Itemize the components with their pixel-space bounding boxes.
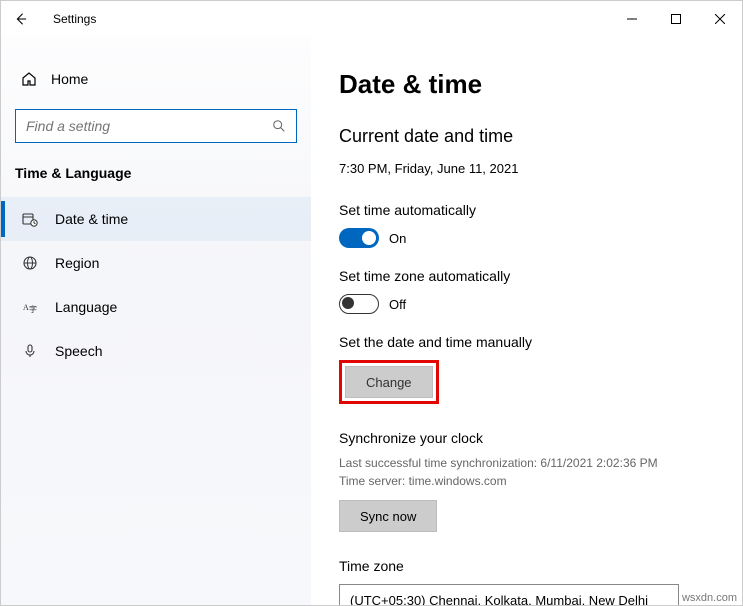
globe-icon <box>21 255 39 271</box>
sync-now-button[interactable]: Sync now <box>339 500 437 532</box>
search-icon <box>272 119 286 133</box>
microphone-icon <box>21 343 39 359</box>
window-controls <box>610 4 742 34</box>
timezone-dropdown[interactable]: (UTC+05:30) Chennai, Kolkata, Mumbai, Ne… <box>339 584 679 605</box>
minimize-button[interactable] <box>610 4 654 34</box>
sidebar-item-label: Language <box>55 299 117 315</box>
timezone-value: (UTC+05:30) Chennai, Kolkata, Mumbai, Ne… <box>350 593 648 606</box>
back-button[interactable] <box>13 12 37 26</box>
change-button[interactable]: Change <box>345 366 433 398</box>
sidebar-category: Time & Language <box>1 161 311 197</box>
window-title: Settings <box>53 12 96 26</box>
auto-time-toggle[interactable] <box>339 228 379 248</box>
section-current-datetime-heading: Current date and time <box>339 126 722 147</box>
sidebar: Home Time & Language Date & time <box>1 37 311 605</box>
maximize-button[interactable] <box>654 4 698 34</box>
window-body: Home Time & Language Date & time <box>1 37 742 605</box>
timezone-label: Time zone <box>339 558 722 574</box>
sidebar-item-region[interactable]: Region <box>1 241 311 285</box>
watermark: wsxdn.com <box>682 592 737 604</box>
sidebar-item-date-time[interactable]: Date & time <box>1 197 311 241</box>
titlebar: Settings <box>1 1 742 37</box>
page-title: Date & time <box>339 69 722 100</box>
calendar-clock-icon <box>21 211 39 227</box>
auto-time-state: On <box>389 231 406 246</box>
main-content: Date & time Current date and time 7:30 P… <box>311 37 742 605</box>
sidebar-nav: Date & time Region A字 Language <box>1 197 311 373</box>
sidebar-item-label: Speech <box>55 343 102 359</box>
sidebar-item-speech[interactable]: Speech <box>1 329 311 373</box>
svg-text:字: 字 <box>29 304 37 314</box>
sidebar-item-label: Date & time <box>55 211 128 227</box>
close-button[interactable] <box>698 4 742 34</box>
home-icon <box>21 71 37 87</box>
sidebar-home[interactable]: Home <box>1 65 311 93</box>
timezone-section: Time zone (UTC+05:30) Chennai, Kolkata, … <box>339 558 722 605</box>
sidebar-item-label: Region <box>55 255 99 271</box>
sync-meta: Last successful time synchronization: 6/… <box>339 454 722 490</box>
auto-timezone-toggle[interactable] <box>339 294 379 314</box>
settings-window: Settings Home Time & Language <box>0 0 743 606</box>
highlight-box: Change <box>339 360 439 404</box>
auto-time-label: Set time automatically <box>339 202 722 218</box>
current-datetime-value: 7:30 PM, Friday, June 11, 2021 <box>339 161 722 176</box>
sidebar-item-language[interactable]: A字 Language <box>1 285 311 329</box>
sync-last-line: Last successful time synchronization: 6/… <box>339 454 722 472</box>
sync-server-line: Time server: time.windows.com <box>339 472 722 490</box>
language-icon: A字 <box>21 299 39 315</box>
home-label: Home <box>51 71 88 87</box>
search-input[interactable] <box>26 118 272 134</box>
manual-datetime-label: Set the date and time manually <box>339 334 722 350</box>
auto-timezone-label: Set time zone automatically <box>339 268 722 284</box>
auto-timezone-state: Off <box>389 297 406 312</box>
sync-heading: Synchronize your clock <box>339 430 722 446</box>
sync-section: Synchronize your clock Last successful t… <box>339 430 722 532</box>
search-input-wrapper[interactable] <box>15 109 297 143</box>
